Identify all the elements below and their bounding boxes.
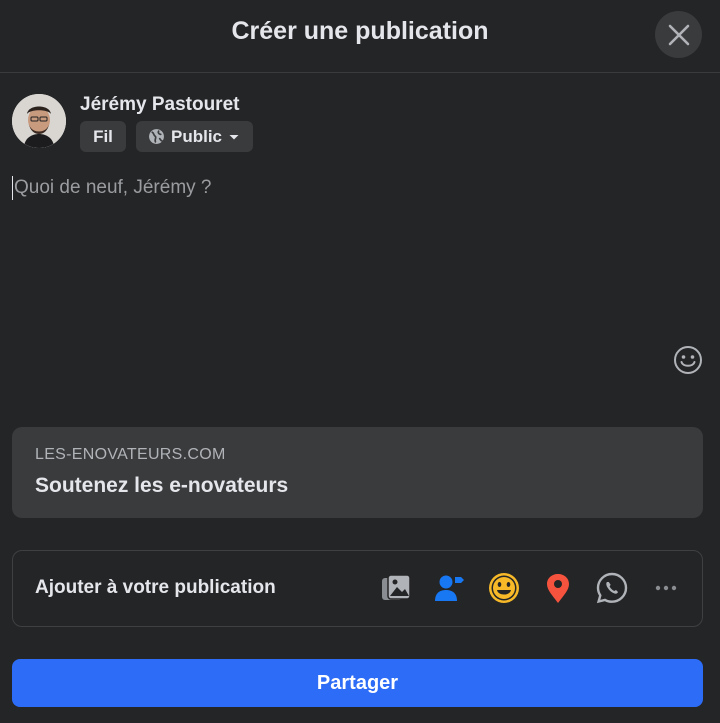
feeling-button[interactable] [487, 571, 521, 605]
checkin-button[interactable] [541, 571, 575, 605]
close-button[interactable] [655, 11, 702, 58]
caret-down-icon [229, 134, 239, 139]
tag-people-button[interactable] [433, 571, 467, 605]
link-title: Soutenez les e-novateurs [35, 474, 289, 497]
whatsapp-button[interactable] [595, 571, 629, 605]
audience-feed-label: Fil [93, 126, 113, 146]
smiley-icon [674, 346, 702, 374]
author-name: Jérémy Pastouret [80, 94, 240, 115]
audience-feed-button[interactable]: Fil [80, 121, 126, 152]
link-domain: LES-ENOVATEURS.COM [35, 446, 226, 463]
close-icon [668, 24, 689, 45]
post-text-input[interactable]: Quoi de neuf, Jérémy ? [12, 176, 212, 200]
globe-icon [149, 129, 164, 144]
privacy-selector[interactable]: Public [136, 121, 253, 152]
emoji-picker-button[interactable] [673, 345, 703, 375]
photo-video-icon [382, 574, 411, 600]
photo-video-button[interactable] [379, 571, 413, 605]
dialog-header: Créer une publication [0, 0, 720, 73]
add-to-post-bar: Ajouter à votre publication [12, 550, 703, 627]
checkin-icon [547, 574, 569, 603]
tag-people-icon [435, 575, 464, 601]
dialog-title: Créer une publication [231, 17, 489, 45]
whatsapp-icon [596, 572, 628, 604]
avatar[interactable] [12, 94, 66, 148]
feeling-icon [489, 573, 519, 603]
share-button[interactable]: Partager [12, 659, 703, 707]
privacy-label: Public [171, 126, 223, 146]
more-options-button[interactable] [649, 571, 683, 605]
link-preview-card[interactable]: LES-ENOVATEURS.COM Soutenez les e-novate… [12, 427, 703, 518]
add-to-post-label: Ajouter à votre publication [35, 577, 276, 598]
more-icon [655, 585, 677, 591]
